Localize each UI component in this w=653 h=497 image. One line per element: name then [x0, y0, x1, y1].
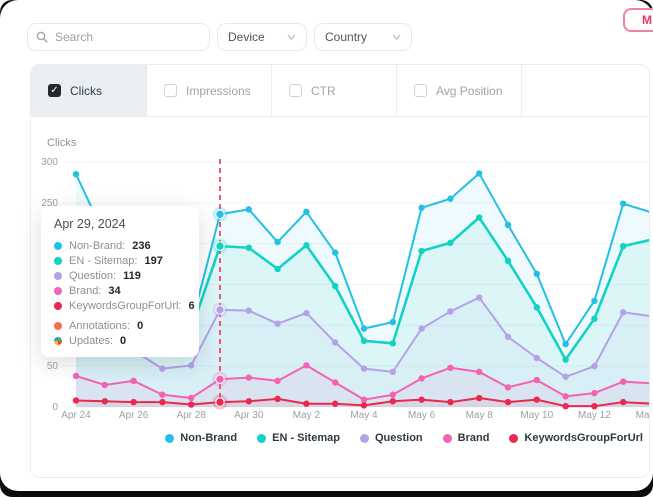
tooltip-value: 6: [188, 300, 194, 312]
ctr-checkbox[interactable]: [289, 84, 302, 97]
chart-tooltip: Apr 29, 2024 Non-Brand 236 EN - Sitemap …: [41, 206, 199, 357]
main-card: Device Country M ✓ Clicks: [0, 0, 653, 491]
tooltip-row: EN - Sitemap 197: [54, 255, 186, 267]
brand-dot-icon: [54, 287, 62, 295]
tooltip-label: Non-Brand: [69, 240, 125, 252]
tab-ctr-label: CTR: [311, 84, 336, 98]
tab-avg-position[interactable]: Avg Position: [397, 65, 522, 116]
search-box[interactable]: [27, 23, 210, 51]
tooltip-row: Updates 0: [54, 335, 186, 347]
tooltip-value: 119: [123, 270, 141, 282]
updates-icon: [54, 337, 62, 345]
non-brand-dot-icon: [165, 434, 174, 443]
brand-dot-icon: [443, 434, 452, 443]
search-icon: [36, 31, 48, 43]
filter-bar: Device Country: [27, 23, 412, 51]
country-dropdown-label: Country: [325, 30, 367, 44]
svg-text:300: 300: [41, 157, 58, 168]
legend-item-brand[interactable]: Brand: [443, 432, 490, 444]
svg-text:Apr 26: Apr 26: [119, 410, 149, 421]
question-dot-icon: [360, 434, 369, 443]
tooltip-row: Brand 34: [54, 285, 186, 297]
menu-button[interactable]: M: [623, 8, 653, 32]
chart-legend: Non-Brand EN - Sitemap Question Brand Ke…: [31, 432, 649, 444]
y-axis-title: Clicks: [47, 137, 76, 149]
legend-item-keywordsgroupforurl[interactable]: KeywordsGroupForUrl: [509, 432, 643, 444]
legend-label: Brand: [458, 432, 490, 444]
svg-text:Apr 28: Apr 28: [176, 410, 206, 421]
country-dropdown[interactable]: Country: [314, 23, 412, 51]
impressions-checkbox[interactable]: [164, 84, 177, 97]
keywordsgroupforurl-dot-icon: [54, 302, 62, 310]
tooltip-label: EN - Sitemap: [69, 255, 137, 267]
legend-item-question[interactable]: Question: [360, 432, 423, 444]
tab-clicks-label: Clicks: [70, 84, 102, 98]
tooltip-value: 197: [144, 255, 162, 267]
svg-text:May 10: May 10: [520, 410, 553, 421]
tooltip-row: KeywordsGroupForUrl 6: [54, 300, 186, 312]
svg-text:0: 0: [52, 402, 58, 413]
tooltip-value: 34: [108, 285, 120, 297]
legend-label: EN - Sitemap: [272, 432, 340, 444]
legend-item-non-brand[interactable]: Non-Brand: [165, 432, 237, 444]
clicks-checkbox[interactable]: ✓: [48, 84, 61, 97]
svg-text:Apr 30: Apr 30: [234, 410, 264, 421]
tab-impressions[interactable]: Impressions: [147, 65, 272, 116]
tooltip-row: Non-Brand 236: [54, 240, 186, 252]
legend-item-en-sitemap[interactable]: EN - Sitemap: [257, 432, 340, 444]
tooltip-label: Question: [69, 270, 116, 282]
tab-impressions-label: Impressions: [186, 84, 251, 98]
svg-text:May 6: May 6: [408, 410, 436, 421]
tooltip-date: Apr 29, 2024: [54, 217, 186, 231]
en-sitemap-dot-icon: [257, 434, 266, 443]
legend-label: KeywordsGroupForUrl: [524, 432, 643, 444]
svg-text:May 4: May 4: [350, 410, 378, 421]
tab-avg-position-label: Avg Position: [436, 84, 503, 98]
tooltip-row: Question 119: [54, 270, 186, 282]
device-dropdown[interactable]: Device: [217, 23, 307, 51]
en-sitemap-dot-icon: [54, 257, 62, 265]
menu-button-label: M: [642, 13, 652, 27]
avg-position-checkbox[interactable]: [414, 84, 427, 97]
tooltip-value: 0: [137, 320, 143, 332]
tabs-filler: [522, 65, 649, 116]
tooltip-label: Brand: [69, 285, 101, 297]
svg-text:May 8: May 8: [466, 410, 494, 421]
chevron-down-icon: [287, 34, 296, 40]
search-input[interactable]: [55, 30, 185, 44]
tooltip-value: 236: [132, 240, 150, 252]
svg-text:Apr 24: Apr 24: [61, 410, 91, 421]
device-dropdown-label: Device: [228, 30, 265, 44]
legend-label: Non-Brand: [180, 432, 237, 444]
tooltip-label: Annotations: [69, 320, 130, 332]
svg-text:May 14: May 14: [636, 410, 650, 421]
tooltip-row: Annotations 0: [54, 320, 186, 332]
tooltip-value: 0: [120, 335, 126, 347]
metric-tabs: ✓ Clicks Impressions CTR Avg Position: [31, 65, 649, 117]
tab-clicks[interactable]: ✓ Clicks: [31, 65, 147, 116]
keywordsgroupforurl-dot-icon: [509, 434, 518, 443]
non-brand-dot-icon: [54, 242, 62, 250]
app-window: Device Country M ✓ Clicks: [0, 0, 653, 497]
tooltip-label: KeywordsGroupForUrl: [69, 300, 181, 312]
tooltip-label: Updates: [69, 335, 113, 347]
legend-label: Question: [375, 432, 423, 444]
svg-text:May 12: May 12: [578, 410, 611, 421]
question-dot-icon: [54, 272, 62, 280]
annotations-dot-icon: [54, 322, 62, 330]
svg-text:50: 50: [47, 361, 59, 372]
tab-ctr[interactable]: CTR: [272, 65, 397, 116]
chevron-down-icon: [392, 34, 401, 40]
svg-text:May 2: May 2: [293, 410, 321, 421]
